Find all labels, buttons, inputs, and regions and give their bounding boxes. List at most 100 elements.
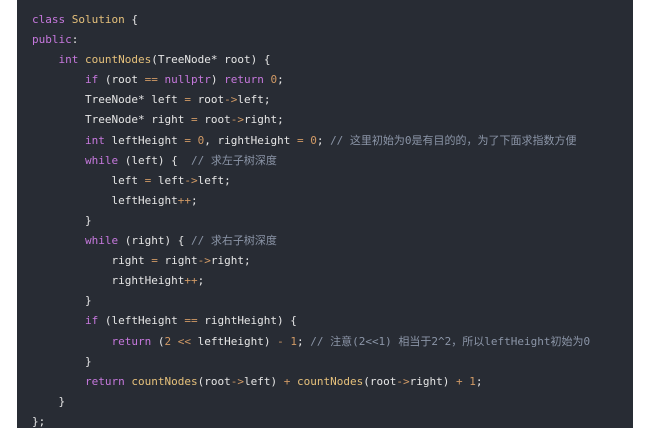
code-token: countNodes xyxy=(296,374,364,388)
code-line: } xyxy=(32,211,633,231)
code-token: int xyxy=(58,53,79,67)
code-editor: class Solution {public: int countNodes(T… xyxy=(17,0,633,428)
code-token: (root xyxy=(98,73,145,87)
code-line: return (2 << leftHeight) - 1; // 注意(2<<1… xyxy=(32,332,633,352)
code-token: left xyxy=(151,173,185,187)
code-token: ; xyxy=(190,193,198,207)
code-line: if (root == nullptr) return 0; xyxy=(32,70,633,90)
code-token: TreeNode* right xyxy=(32,113,191,127)
code-token: ; xyxy=(316,133,331,147)
code-token: left; xyxy=(197,173,231,187)
code-token: , rightHeight xyxy=(204,133,297,147)
code-line: return countNodes(root->left) + countNod… xyxy=(32,372,633,392)
code-token: right; xyxy=(210,254,251,268)
code-token: countNodes xyxy=(85,53,152,67)
code-token: return xyxy=(224,73,264,87)
code-token: while xyxy=(84,153,119,167)
code-token: // 求左子树深度 xyxy=(190,153,277,167)
code-token: root xyxy=(190,93,225,107)
code-token: // 注意(2<<1) 相当于2^2，所以leftHeight初始为0 xyxy=(310,334,591,348)
code-token: right) xyxy=(409,374,456,388)
code-token: return xyxy=(84,374,125,388)
code-token: ; xyxy=(277,73,284,87)
code-line: int countNodes(TreeNode* root) { xyxy=(32,50,633,70)
code-token: right xyxy=(32,254,152,268)
code-token: -> xyxy=(184,173,198,187)
code-token: ; xyxy=(475,374,483,388)
code-token: ++ xyxy=(184,274,198,288)
code-line: left = left->left; xyxy=(32,171,633,191)
code-token: - xyxy=(277,334,284,348)
code-token: == xyxy=(184,314,198,328)
code-token: = xyxy=(190,113,198,127)
code-token: int xyxy=(84,133,105,147)
code-token: << xyxy=(177,334,191,348)
code-token: Solution xyxy=(71,13,125,26)
code-line: while (left) { // 求左子树深度 xyxy=(32,151,633,171)
code-token: root xyxy=(197,113,231,127)
code-token: return xyxy=(111,334,152,348)
code-token: : xyxy=(71,33,79,47)
code-token: = xyxy=(151,254,158,268)
code-line: if (leftHeight == rightHeight) { xyxy=(32,311,633,331)
code-line: } xyxy=(32,291,633,311)
code-token: while xyxy=(84,234,119,248)
code-token: rightHeight xyxy=(32,274,185,288)
code-token: -> xyxy=(224,93,238,107)
code-token: leftHeight) xyxy=(190,334,278,348)
code-token: ) xyxy=(210,73,225,87)
code-token: + xyxy=(455,374,463,388)
code-token: { xyxy=(124,13,138,26)
code-token: } xyxy=(32,294,92,308)
code-token: (TreeNode* root) { xyxy=(151,53,271,67)
code-token: -> xyxy=(230,374,244,388)
code-line: } xyxy=(32,392,633,412)
code-lines: class Solution {public: int countNodes(T… xyxy=(32,10,633,428)
code-token: nullptr xyxy=(164,73,211,87)
code-token: (right) { xyxy=(118,234,191,248)
code-token: (root xyxy=(197,374,231,388)
code-token: if xyxy=(84,73,99,87)
code-line: }; xyxy=(32,412,633,428)
code-token: ; xyxy=(197,274,205,288)
code-token: right; xyxy=(243,113,284,127)
code-token: ( xyxy=(151,334,165,348)
code-token: (left) { xyxy=(118,153,191,167)
code-line: public: xyxy=(32,30,633,50)
code-token: -> xyxy=(197,254,211,268)
code-line: class Solution { xyxy=(32,10,633,30)
code-line: while (right) { // 求右子树深度 xyxy=(32,231,633,251)
code-line: rightHeight++; xyxy=(32,271,633,291)
code-token: left xyxy=(32,173,145,187)
code-token: = xyxy=(184,93,191,107)
code-token: (root xyxy=(363,374,397,388)
code-token: -> xyxy=(396,374,410,388)
code-line: TreeNode* right = root->right; xyxy=(32,110,633,130)
code-line: TreeNode* left = root->left; xyxy=(32,90,633,110)
code-token: // 求右子树深度 xyxy=(190,234,277,248)
code-line: } xyxy=(32,352,633,372)
code-token: ++ xyxy=(177,193,191,207)
code-token: class xyxy=(32,13,72,26)
code-token: TreeNode* left xyxy=(32,93,185,107)
code-line: int leftHeight = 0, rightHeight = 0; // … xyxy=(32,131,633,151)
code-token: // 这里初始为0是有目的的，为了下面求指数方便 xyxy=(330,133,577,147)
code-token: rightHeight) { xyxy=(197,314,297,328)
code-token: 1 xyxy=(469,374,476,388)
code-line: leftHeight++; xyxy=(32,191,633,211)
code-token: } xyxy=(32,354,92,368)
code-token: = xyxy=(296,133,304,147)
code-token: 1 xyxy=(290,334,297,348)
code-token: leftHeight xyxy=(104,133,185,147)
